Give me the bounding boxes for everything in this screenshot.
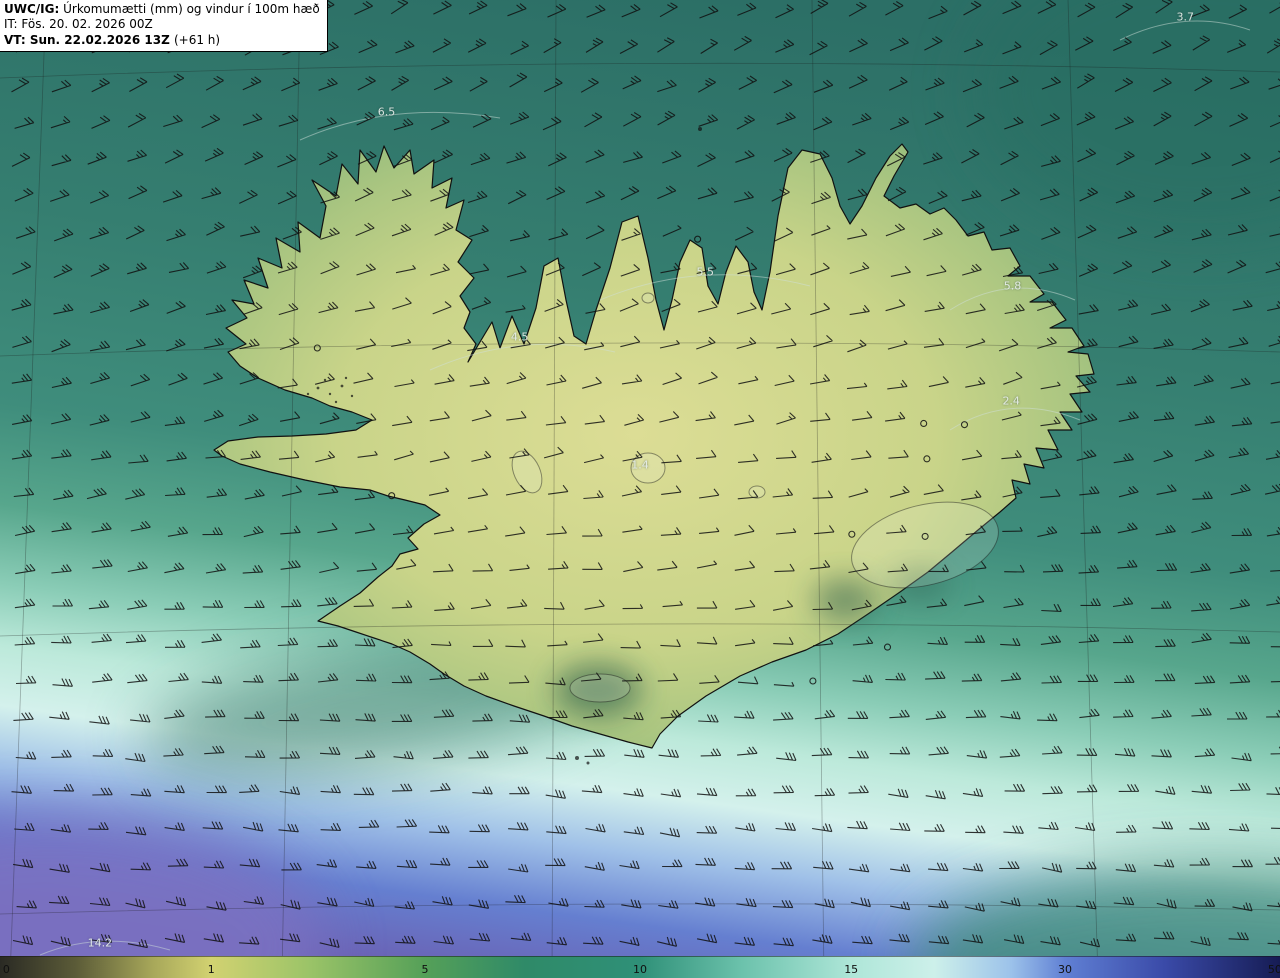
init-label: IT: xyxy=(4,17,18,32)
model-label: UWC/IG: xyxy=(4,2,60,16)
valid-time: Sun. 22.02.2026 13Z xyxy=(29,32,170,47)
colorbar-tick-label: 50 xyxy=(1267,963,1280,976)
valid-offset: (+61 h) xyxy=(173,32,221,47)
colorbar-tick-label: 0 xyxy=(2,963,10,976)
colorbar-tick-label: 1 xyxy=(207,963,215,976)
title-line-valid: VT: Sun. 22.02.2026 13Z (+61 h) xyxy=(4,33,320,48)
precipitation-wind-map xyxy=(0,0,1280,978)
init-time: Fös. 20. 02. 2026 00Z xyxy=(21,17,153,32)
colorbar: 0 1 5 10 15 30 50 xyxy=(0,956,1280,978)
colorbar-tick-label: 15 xyxy=(844,963,859,976)
colorbar-tick-label: 30 xyxy=(1057,963,1072,976)
map-title: Úrkomumætti (mm) og vindur í 100m hæð xyxy=(63,2,320,16)
title-line-init: IT: Fös. 20. 02. 2026 00Z xyxy=(4,17,320,32)
valid-label: VT: xyxy=(4,32,26,47)
precip-max-southeast xyxy=(813,578,877,622)
title-line-1: UWC/IG: Úrkomumætti (mm) og vindur í 100… xyxy=(4,2,320,17)
colorbar-tick-label: 5 xyxy=(421,963,429,976)
colorbar-tick-label: 10 xyxy=(633,963,647,976)
map-title-box: UWC/IG: Úrkomumætti (mm) og vindur í 100… xyxy=(0,0,328,53)
